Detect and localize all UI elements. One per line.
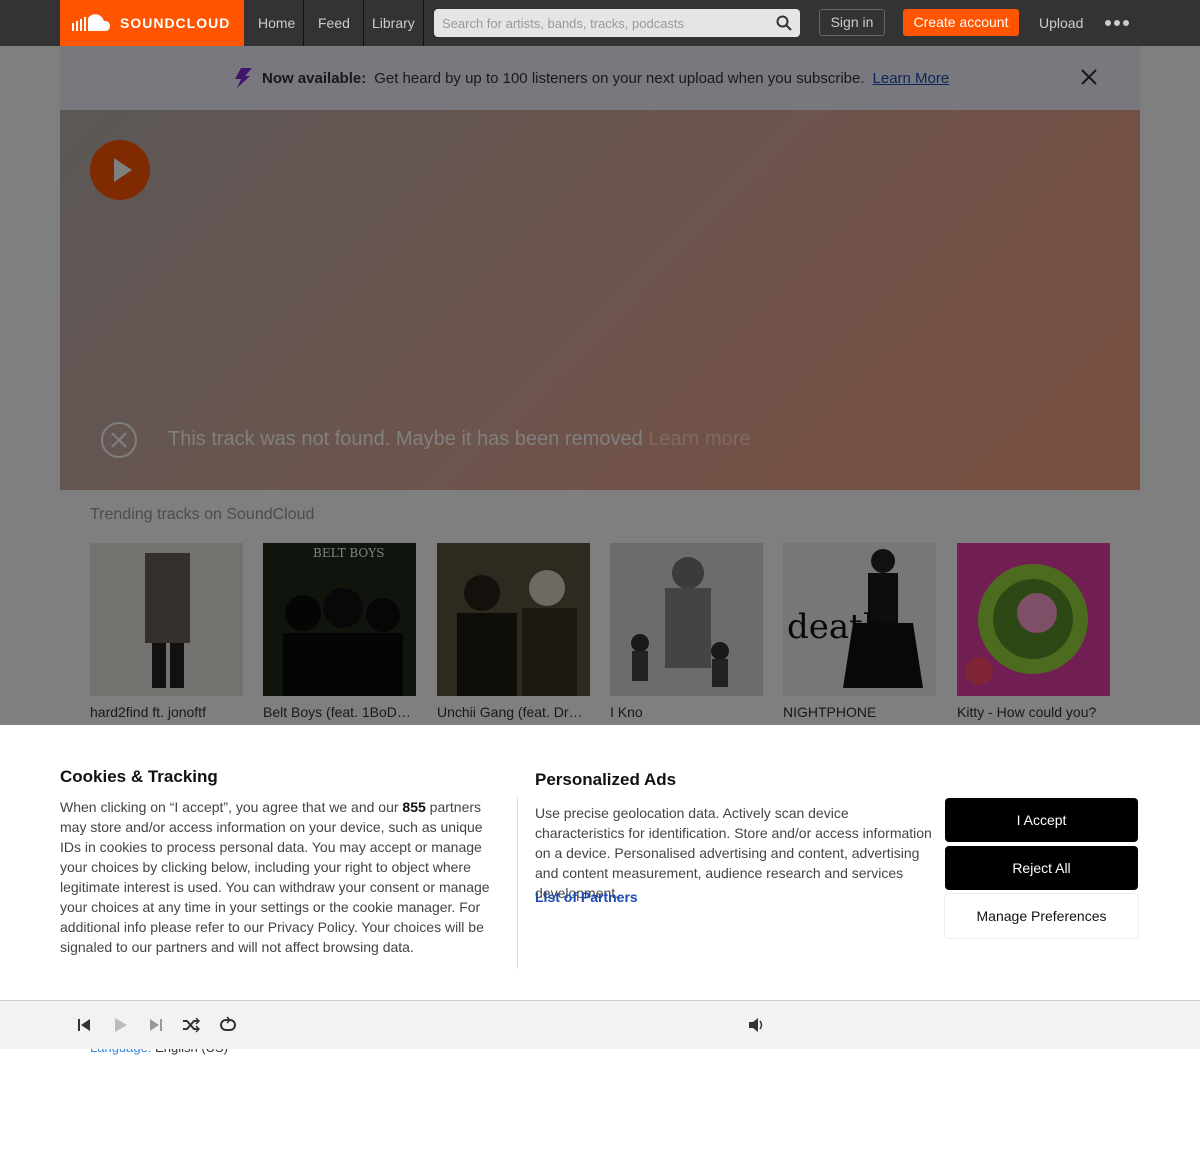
nav-home[interactable]: Home [244,0,304,46]
accept-button[interactable]: I Accept [945,798,1138,842]
volume-icon[interactable] [747,1016,765,1034]
partners-count: 855 [402,799,426,815]
repeat-icon[interactable] [219,1016,237,1034]
list-of-partners-link[interactable]: List of Partners [535,889,638,905]
reject-all-button[interactable]: Reject All [945,846,1138,890]
nav-feed[interactable]: Feed [304,0,364,46]
cookie-body-intro: When clicking on “I accept”, you agree t… [60,799,403,815]
cookie-body: When clicking on “I accept”, you agree t… [60,797,502,957]
cookie-consent-panel: Cookies & Tracking When clicking on “I a… [0,725,1200,1000]
modal-backdrop [0,46,1200,725]
sign-in-button[interactable]: Sign in [819,9,885,36]
search-bar [434,9,800,37]
search-input[interactable] [442,15,776,31]
next-icon[interactable] [147,1016,165,1034]
top-nav: SOUNDCLOUD Home Feed Library Sign in Cre… [0,0,1200,46]
logo-text: SOUNDCLOUD [120,15,231,31]
manage-preferences-button[interactable]: Manage Preferences [945,894,1138,938]
previous-icon[interactable] [75,1016,93,1034]
create-account-button[interactable]: Create account [903,9,1019,36]
personalized-ads-body: Use precise geolocation data. Actively s… [535,805,932,901]
cookie-title: Cookies & Tracking [60,767,218,786]
soundcloud-logo[interactable]: SOUNDCLOUD [60,0,244,46]
upload-link[interactable]: Upload [1034,0,1088,46]
cookie-body-rest: partners may store and/or access informa… [60,799,490,955]
play-icon[interactable] [111,1016,129,1034]
shuffle-icon[interactable] [182,1016,200,1034]
page: SOUNDCLOUD Home Feed Library Sign in Cre… [0,0,1200,1159]
player-bar [0,1000,1200,1049]
search-icon[interactable] [776,15,792,31]
divider [517,797,518,969]
more-icon[interactable] [1102,14,1132,32]
nav-library[interactable]: Library [364,0,424,46]
personalized-ads-title: Personalized Ads [535,770,677,789]
soundcloud-logo-icon [72,14,111,31]
